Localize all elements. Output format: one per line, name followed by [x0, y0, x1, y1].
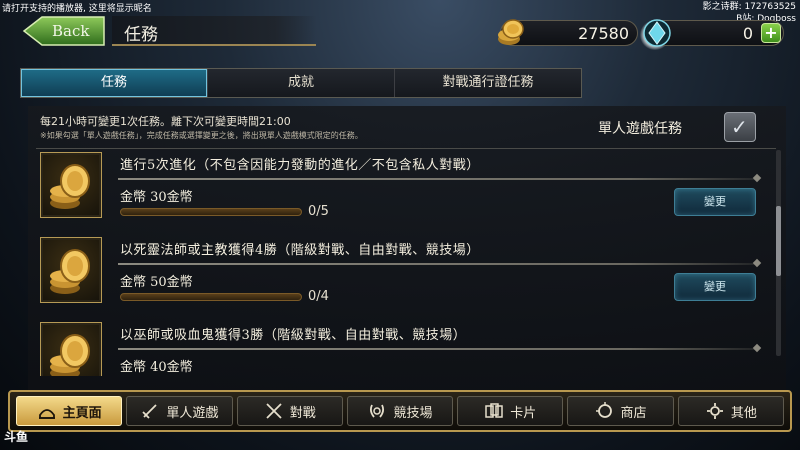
- mission-tabs: 任務 成就 對戰通行證任務: [20, 68, 582, 98]
- nav-item[interactable]: 其他: [677, 396, 784, 426]
- tab-achievements[interactable]: 成就: [207, 69, 394, 97]
- refresh-info: 每21小時可變更1次任務。離下次可變更時間21:00: [40, 115, 291, 128]
- stream-logo: 斗鱼: [4, 430, 29, 444]
- mission-progress-count: 0/4: [308, 289, 329, 304]
- reward-icon-frame: [40, 152, 102, 218]
- mission-item: 進行5次進化（不包含因能力發動的進化／不包含私人對戰） 金幣 30金幣 0/5 變更: [36, 150, 772, 230]
- nav-item[interactable]: 商店: [567, 396, 674, 426]
- change-mission-button[interactable]: 變更: [674, 188, 756, 216]
- add-crystal-button[interactable]: +: [761, 23, 781, 43]
- nav-item[interactable]: 主頁面: [16, 396, 123, 426]
- gold-coins-icon: [50, 334, 90, 376]
- mission-progress-count: 0/5: [308, 204, 329, 219]
- shop-icon: [595, 401, 615, 421]
- mission-divider: [118, 263, 758, 265]
- cards-icon: [484, 401, 504, 421]
- nav-label: 商店: [620, 405, 647, 421]
- crossed-swords-icon: [264, 401, 284, 421]
- change-mission-button[interactable]: 變更: [674, 273, 756, 301]
- check-icon: ✓: [731, 115, 748, 139]
- bottom-nav: 主頁面 單人遊戲 對戰 競技場 卡片 商店 其他: [8, 390, 792, 432]
- nav-label: 對戰: [289, 405, 316, 421]
- crystal-counter: 0 +: [643, 19, 784, 47]
- gold-value: 27580: [578, 24, 629, 43]
- gear-icon: [705, 401, 725, 421]
- page-title-bar: 任務: [112, 16, 316, 46]
- mission-reward: 金幣 40金幣: [120, 360, 193, 375]
- scroll-thumb[interactable]: [776, 206, 781, 276]
- back-button[interactable]: Back: [22, 16, 106, 46]
- gold-coins-icon: [50, 164, 90, 209]
- mission-item: 以死靈法師或主教獲得4勝（階級對戰、自由對戰、競技場） 金幣 50金幣 0/4 變更: [36, 235, 772, 315]
- nav-label: 其他: [730, 405, 757, 421]
- tab-missions[interactable]: 任務: [21, 69, 207, 97]
- stream-notice: 请打开支持的播放器, 这里将显示昵名: [2, 4, 152, 14]
- mission-title: 進行5次進化（不包含因能力發動的進化／不包含私人對戰）: [120, 158, 480, 173]
- mission-title: 以巫師或吸血鬼獲得3勝（階級對戰、自由對戰、競技場）: [120, 328, 467, 343]
- mission-scrollbar[interactable]: [776, 150, 781, 356]
- nav-item[interactable]: 競技場: [346, 396, 454, 426]
- crystal-value: 0: [742, 24, 753, 43]
- nav-label: 卡片: [510, 405, 537, 421]
- gold-counter: 27580: [498, 19, 638, 46]
- sword-icon: [140, 401, 160, 421]
- solo-note: ※如果勾選「單人遊戲任務」，完成任務或選擇變更之後，將出現單人遊戲模式限定的任務…: [40, 131, 363, 140]
- back-label: Back: [52, 22, 90, 40]
- nav-item[interactable]: 單人遊戲: [126, 396, 233, 426]
- nav-label: 主頁面: [62, 405, 102, 421]
- tab-battle-pass-missions[interactable]: 對戰通行證任務: [394, 69, 581, 97]
- nav-label: 單人遊戲: [166, 405, 219, 421]
- mission-progress-bar: [120, 208, 302, 216]
- home-icon: [37, 401, 57, 421]
- mission-divider: [118, 348, 758, 350]
- mission-reward: 金幣 50金幣: [120, 275, 193, 290]
- gold-coin-icon: [498, 19, 524, 45]
- reward-icon-frame: [40, 237, 102, 303]
- mission-title: 以死靈法師或主教獲得4勝（階級對戰、自由對戰、競技場）: [120, 243, 480, 258]
- mission-progress-bar: [120, 293, 302, 301]
- crystal-icon: [643, 19, 671, 47]
- nav-item[interactable]: 卡片: [457, 396, 564, 426]
- mission-reward: 金幣 30金幣: [120, 190, 193, 205]
- reward-icon-frame: [40, 322, 102, 376]
- mission-divider: [118, 178, 758, 180]
- gold-coins-icon: [50, 249, 90, 294]
- laurel-icon: [367, 401, 387, 421]
- divider: [36, 148, 776, 149]
- solo-mission-label: 單人遊戲任務: [598, 121, 682, 137]
- solo-mission-checkbox[interactable]: ✓: [724, 112, 756, 142]
- stream-group-text: 影之诗群: 172763525: [702, 2, 796, 12]
- nav-label: 競技場: [393, 405, 433, 421]
- mission-item: 以巫師或吸血鬼獲得3勝（階級對戰、自由對戰、競技場） 金幣 40金幣: [36, 320, 772, 376]
- page-title: 任務: [124, 25, 158, 45]
- nav-item[interactable]: 對戰: [236, 396, 343, 426]
